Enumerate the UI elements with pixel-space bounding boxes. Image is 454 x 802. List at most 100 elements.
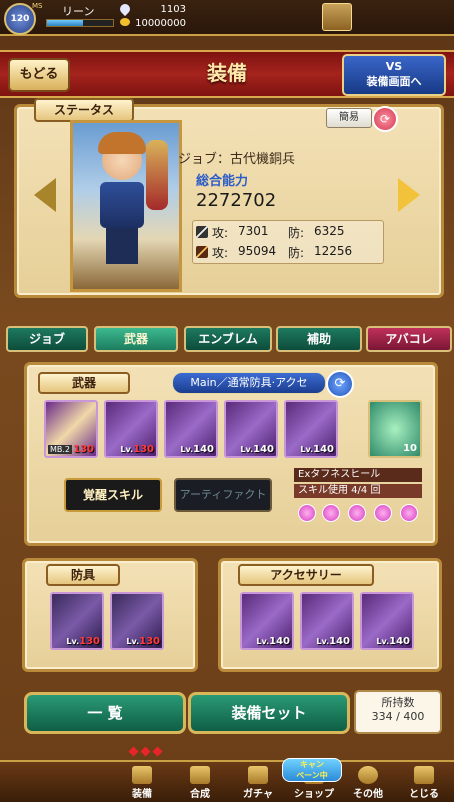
nav-close[interactable]: とじる: [394, 766, 454, 800]
weapon-card[interactable]: MB.2 130: [44, 400, 98, 458]
synthesis-icon: [190, 766, 210, 784]
card-level-prefix: Lv.: [256, 637, 270, 646]
skill-charge-icon: [374, 504, 392, 522]
accessory-title: アクセサリー: [238, 564, 374, 586]
weapon-card[interactable]: Lv.130: [104, 400, 158, 458]
card-level-prefix: Lv.: [376, 637, 390, 646]
gold-count: 10000000: [135, 18, 186, 29]
player-name: リーン: [62, 5, 95, 18]
nav-label: ガチャ: [243, 789, 273, 800]
total-power-label: 総合能力: [196, 174, 249, 189]
weapon-card[interactable]: Lv.140: [224, 400, 278, 458]
nav-label: 合成: [190, 789, 210, 800]
stat-atk-1: 7301: [238, 224, 269, 238]
card-level-value: 140: [253, 444, 274, 455]
nav-other[interactable]: その他: [338, 766, 398, 800]
page-indicator-dot: [152, 746, 163, 757]
equip-icon: [132, 766, 152, 784]
card-level-value: 140: [193, 444, 214, 455]
armor-title: 防具: [46, 564, 120, 586]
card-level-prefix: Lv.: [240, 445, 254, 454]
job-label: ジョブ：古代機銅兵: [178, 152, 296, 167]
gacha-icon: [248, 766, 268, 784]
owned-count-box: 所持数 334 / 400: [354, 690, 442, 734]
prev-arrow-icon[interactable]: [34, 178, 56, 212]
nav-equip[interactable]: 装備: [112, 766, 172, 800]
accessory-card[interactable]: Lv.140: [240, 592, 294, 650]
page-indicator-dot: [140, 746, 151, 757]
menu-button[interactable]: [322, 3, 352, 31]
card-level-value: 130: [73, 444, 94, 455]
armor-card[interactable]: Lv.130: [110, 592, 164, 650]
armor-card[interactable]: Lv.130: [50, 592, 104, 650]
tab-support[interactable]: 補助: [276, 326, 362, 352]
nav-label: とじる: [409, 789, 439, 800]
card-level: Lv.130: [66, 636, 100, 647]
campaign-label: キャン: [300, 760, 324, 769]
page-indicator-dot: [128, 746, 139, 757]
nav-synthesis[interactable]: 合成: [170, 766, 230, 800]
tab-emblem[interactable]: エンブレム: [184, 326, 272, 352]
weapon-card[interactable]: Lv.140: [284, 400, 338, 458]
total-power-value: 2272702: [196, 190, 277, 211]
accessory-card[interactable]: Lv.140: [300, 592, 354, 650]
stat-def-1: 6325: [314, 224, 345, 238]
close-icon: [414, 766, 434, 784]
character-hair: [98, 132, 146, 154]
companion-figure: [146, 140, 168, 210]
card-level-value: 130: [133, 444, 154, 455]
card-level-prefix: Lv.: [120, 445, 134, 454]
back-button[interactable]: もどる: [8, 58, 70, 92]
card-level-value: 140: [313, 444, 334, 455]
card-level-prefix: Lv.: [300, 445, 314, 454]
tab-job[interactable]: ジョブ: [6, 326, 88, 352]
campaign-badge[interactable]: キャン ペーン中: [282, 758, 342, 782]
skill-charge-icon: [298, 504, 316, 522]
simple-view-button[interactable]: 簡易: [326, 108, 372, 128]
stat-def-label-2: 防:: [288, 246, 305, 260]
card-level: Lv.140: [316, 636, 350, 647]
next-arrow-icon[interactable]: [398, 178, 420, 212]
card-level-prefix: Lv.: [316, 637, 330, 646]
card-level: Lv.130: [126, 636, 160, 647]
tab-avatar-collection[interactable]: アバコレ: [366, 326, 452, 352]
card-level-value: 130: [139, 636, 160, 647]
stat-def-2: 12256: [314, 244, 353, 258]
owned-label: 所持数: [381, 696, 415, 709]
card-level: Lv.140: [256, 636, 290, 647]
awaken-skill-button[interactable]: 覚醒スキル: [64, 478, 162, 512]
card-level-value: 140: [329, 636, 350, 647]
nav-label: 装備: [132, 789, 152, 800]
stat-def-label-1: 防:: [288, 226, 305, 240]
card-level-prefix: Lv.: [66, 637, 80, 646]
nav-gacha[interactable]: ガチャ: [228, 766, 288, 800]
card-level: Lv.140: [376, 636, 410, 647]
exp-bar: [46, 19, 114, 27]
stone-count: 1103: [160, 4, 186, 15]
status-title: ステータス: [34, 98, 134, 122]
card-level-value: 140: [389, 636, 410, 647]
character-body: [100, 182, 144, 228]
owned-value: 334 / 400: [371, 710, 425, 723]
nav-label: ショップ: [294, 789, 334, 800]
potion-count: 10: [403, 443, 417, 454]
equip-set-button[interactable]: 装備セット: [188, 692, 350, 734]
card-level-prefix: Lv.: [126, 637, 140, 646]
gold-icon: [120, 18, 130, 26]
card-level: Lv.130: [120, 444, 154, 455]
swap-icon[interactable]: ⟳: [372, 106, 398, 132]
vs-equip-button[interactable]: VS 装備画面へ: [342, 54, 446, 96]
accessory-card[interactable]: Lv.140: [360, 592, 414, 650]
exp-bar-fill: [47, 20, 84, 26]
artifact-button[interactable]: アーティファクト: [174, 478, 272, 512]
list-button[interactable]: 一 覧: [24, 692, 186, 734]
nav-label: その他: [353, 789, 383, 800]
stat-atk-2: 95094: [238, 244, 277, 258]
vs-sublabel: 装備画面へ: [366, 75, 422, 88]
potion-item[interactable]: 10: [368, 400, 422, 458]
skill-name: Exタフネスヒール: [294, 468, 422, 482]
card-level: Lv.140: [300, 444, 334, 455]
refresh-icon[interactable]: ⟳: [326, 370, 354, 398]
weapon-card[interactable]: Lv.140: [164, 400, 218, 458]
tab-weapon[interactable]: 武器: [94, 326, 178, 352]
